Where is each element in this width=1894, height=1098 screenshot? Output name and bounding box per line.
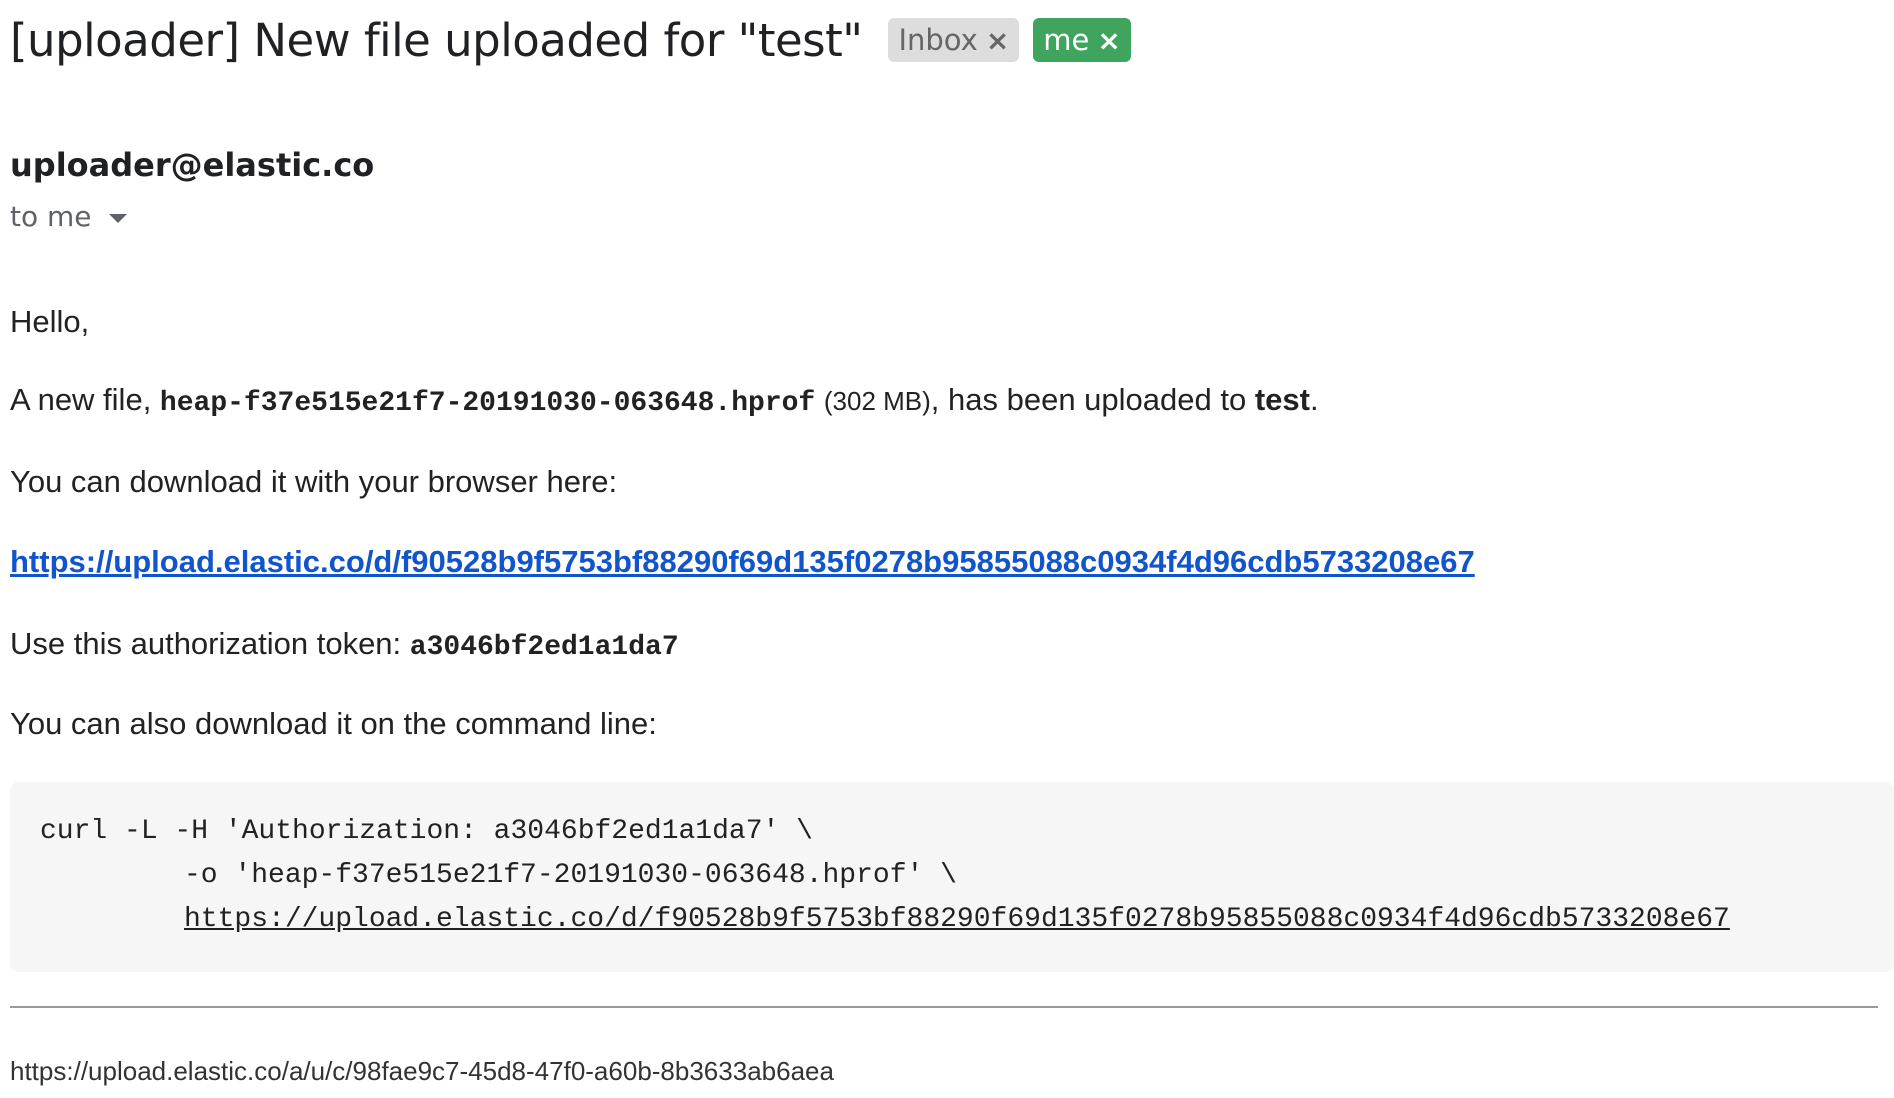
browser-download-text: You can download it with your browser he… [10,464,618,499]
email-subject: [uploader] New file uploaded for "test" [10,13,863,67]
code-url-link[interactable]: https://upload.elastic.co/d/f90528b9f575… [184,904,1730,935]
recipient-details[interactable]: to me [10,200,127,233]
download-link[interactable]: https://upload.elastic.co/d/f90528b9f575… [10,544,1475,579]
divider [10,1006,1878,1008]
uploaded-to-text: , has been uploaded to [930,382,1255,417]
label-inbox-text: Inbox [898,23,978,57]
sender-email[interactable]: uploader@elastic.co [10,146,374,184]
remove-label-me-icon[interactable]: × [1097,24,1120,57]
label-me[interactable]: me × [1033,18,1131,62]
download-link-line: https://upload.elastic.co/d/f90528b9f575… [10,544,1475,580]
code-line-2: -o 'heap-f37e515e21f7-20191030-063648.hp… [184,860,957,891]
filename: heap-f37e515e21f7-20191030-063648.hprof [159,388,816,419]
target-name: test [1254,382,1310,417]
greeting: Hello, [10,304,90,339]
code-block: curl -L -H 'Authorization: a3046bf2ed1a1… [10,782,1894,972]
code-line-3: https://upload.elastic.co/d/f90528b9f575… [40,898,1894,942]
cli-text: You can also download it on the command … [10,706,657,741]
token-line: Use this authorization token: a3046bf2ed… [10,626,679,663]
new-file-line: A new file, heap-f37e515e21f7-20191030-0… [10,382,1319,419]
label-inbox[interactable]: Inbox × [888,18,1020,62]
recipient-text: to me [10,200,92,233]
label-me-text: me [1043,23,1090,57]
subject-row: [uploader] New file uploaded for "test" … [10,8,1131,72]
new-file-prefix: A new file, [10,382,160,417]
footer-url[interactable]: https://upload.elastic.co/a/u/c/98fae9c7… [10,1056,834,1087]
auth-token: a3046bf2ed1a1da7 [409,632,679,663]
caret-down-icon[interactable] [108,213,127,223]
period: . [1309,382,1319,417]
code-line-1: curl -L -H 'Authorization: a3046bf2ed1a1… [40,816,813,847]
file-size: (302 MB) [823,386,931,416]
remove-label-inbox-icon[interactable]: × [986,24,1009,57]
token-prefix: Use this authorization token: [10,626,410,661]
